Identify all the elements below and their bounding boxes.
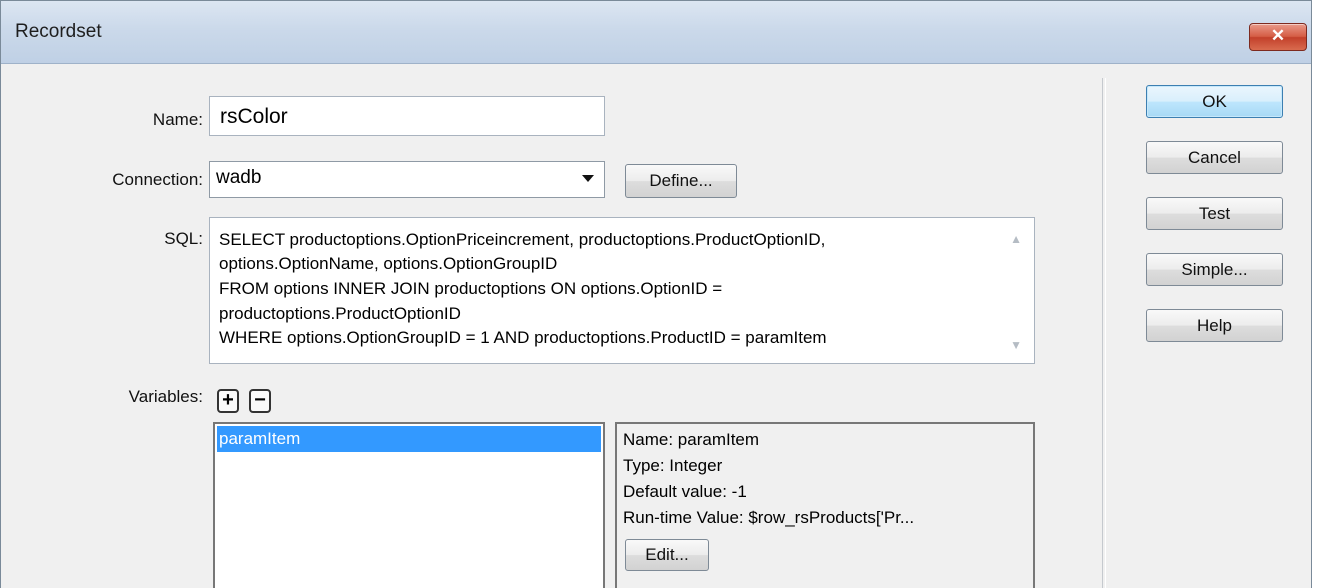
vertical-separator: [1102, 78, 1106, 588]
recordset-dialog: Recordset ✕ Name: rsColor Connection: wa…: [0, 0, 1312, 588]
simple-button[interactable]: Simple...: [1146, 253, 1283, 286]
variable-name-text: Name: paramItem: [623, 430, 760, 449]
edit-variable-button[interactable]: Edit...: [625, 539, 709, 571]
help-button[interactable]: Help: [1146, 309, 1283, 342]
close-button[interactable]: ✕: [1249, 23, 1307, 51]
sql-label: SQL:: [164, 229, 203, 248]
name-label: Name:: [152, 110, 203, 129]
sql-textarea[interactable]: SELECT productoptions.OptionPriceincreme…: [209, 217, 1035, 364]
variable-type-text: Type: Integer: [623, 456, 723, 475]
chevron-down-icon: [582, 175, 594, 182]
define-button[interactable]: Define...: [625, 164, 737, 198]
scroll-down-icon[interactable]: ▼: [1010, 338, 1022, 352]
connection-label: Connection:: [112, 170, 203, 189]
plus-icon: +: [222, 389, 234, 411]
add-variable-button[interactable]: +: [217, 389, 239, 413]
sql-line: WHERE options.OptionGroupID = 1 AND prod…: [219, 328, 827, 347]
cancel-button[interactable]: Cancel: [1146, 141, 1283, 174]
variables-label: Variables:: [128, 387, 203, 406]
sql-line: FROM options INNER JOIN productoptions O…: [219, 279, 723, 298]
variables-list[interactable]: paramItem: [213, 422, 605, 588]
remove-variable-button[interactable]: −: [249, 389, 271, 413]
variable-detail-panel: Name: paramItem Type: Integer Default va…: [615, 422, 1035, 588]
sql-line: options.OptionName, options.OptionGroupI…: [219, 254, 558, 273]
title-bar[interactable]: Recordset ✕: [1, 1, 1311, 64]
name-input-value: rsColor: [220, 105, 288, 128]
dialog-title: Recordset: [15, 21, 102, 42]
connection-select[interactable]: wadb: [209, 161, 605, 198]
sql-line: productoptions.ProductOptionID: [219, 304, 461, 323]
close-icon: ✕: [1270, 26, 1286, 45]
name-input[interactable]: rsColor: [209, 96, 605, 136]
variable-runtime-text: Run-time Value: $row_rsProducts['Pr...: [623, 508, 915, 527]
ok-button[interactable]: OK: [1146, 85, 1283, 118]
minus-icon: −: [254, 389, 266, 411]
dialog-body: Name: rsColor Connection: wadb Define...…: [1, 64, 1311, 588]
test-button[interactable]: Test: [1146, 197, 1283, 230]
connection-select-value: wadb: [216, 167, 262, 188]
sql-line: SELECT productoptions.OptionPriceincreme…: [219, 230, 826, 249]
scroll-up-icon[interactable]: ▲: [1010, 232, 1022, 246]
list-item[interactable]: paramItem: [217, 426, 601, 452]
variable-default-text: Default value: -1: [623, 482, 747, 501]
